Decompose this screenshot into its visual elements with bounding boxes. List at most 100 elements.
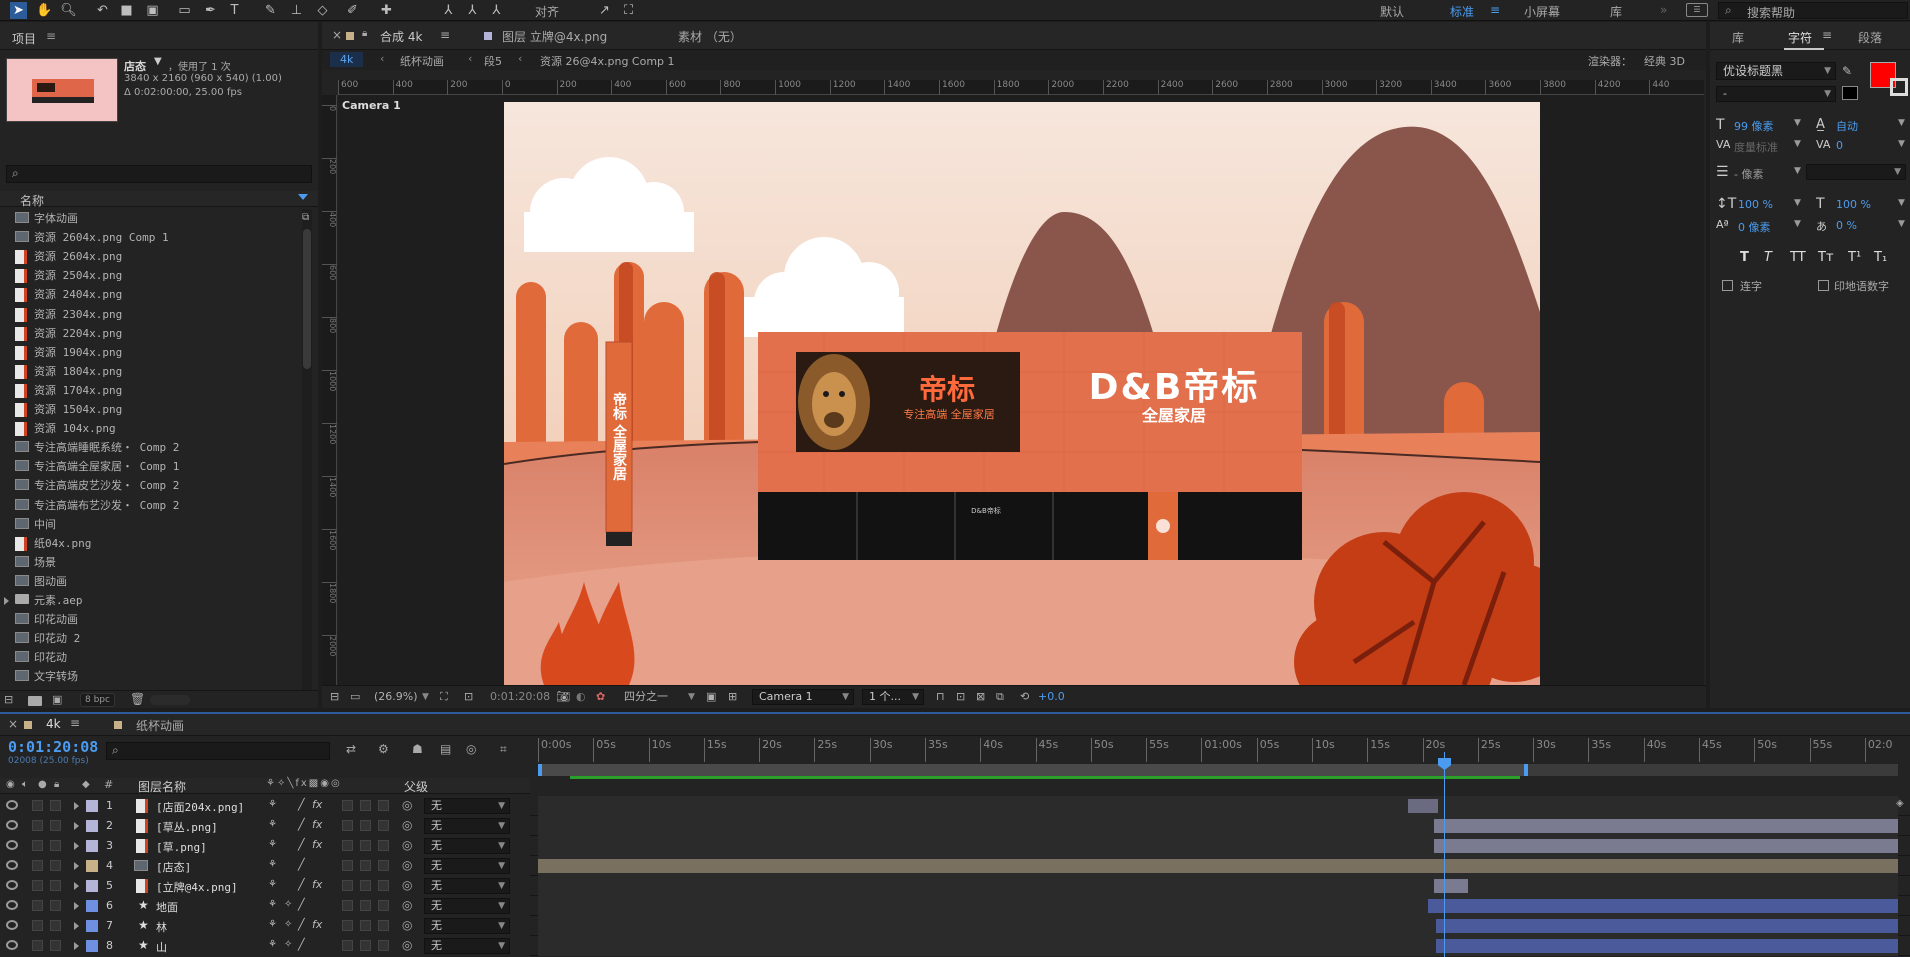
exposure-value[interactable]: +0.0 xyxy=(1038,686,1065,708)
timeline-tab-4k[interactable]: 4k xyxy=(46,717,61,731)
layer-name[interactable]: [店面204x.png] xyxy=(156,799,244,815)
layer-track[interactable] xyxy=(538,876,1898,896)
parent-select[interactable]: 无 ▼ xyxy=(424,938,510,954)
motion-blur-icon[interactable]: ◎ xyxy=(466,742,476,756)
always-preview-icon[interactable]: ⊟ xyxy=(330,686,339,708)
project-item[interactable]: 资源 1704x.png xyxy=(0,381,300,400)
show-snapshot-icon[interactable]: ◐ xyxy=(576,686,586,708)
leading-value[interactable]: 自动 xyxy=(1836,118,1858,134)
project-item[interactable]: 资源 2304x.png xyxy=(0,305,300,324)
interpret-footage-icon[interactable]: ⊟ xyxy=(4,693,13,706)
tab-library[interactable]: 库 xyxy=(1732,29,1744,46)
panel-menu-icon[interactable]: ≡ xyxy=(70,716,80,730)
sync-settings-icon[interactable]: ☰ xyxy=(1686,3,1708,17)
layer-name-header[interactable]: 图层名称 xyxy=(138,778,186,795)
font-family-select[interactable]: 优设标题黑 ▼ xyxy=(1716,62,1836,80)
expand-triangle-icon[interactable] xyxy=(74,902,79,910)
project-item[interactable]: 场景 xyxy=(0,553,300,572)
snap-options-icon[interactable]: ⛶ xyxy=(620,2,637,19)
timeline-tab-paper-cup[interactable]: 纸杯动画 xyxy=(136,717,184,734)
resolution-select[interactable]: 四分之一 xyxy=(624,686,668,708)
quality-switch-icon[interactable]: ╱ xyxy=(298,938,305,951)
label-color-swatch[interactable] xyxy=(86,940,98,952)
shy-switch-icon[interactable]: ⚘ xyxy=(268,799,277,810)
transparency-grid-icon[interactable]: ⊞ xyxy=(728,686,737,708)
expand-triangle-icon[interactable] xyxy=(74,842,79,850)
audio-toggle-icon[interactable]: 🔈︎ xyxy=(22,779,28,790)
work-area-bar[interactable] xyxy=(538,764,1898,776)
parent-select[interactable]: 无 ▼ xyxy=(424,918,510,934)
layer-row[interactable]: 8 ★ 山 ⚘ ✧ ╱ ◎ 无 ▼ xyxy=(0,936,1910,956)
workspace-overflow-icon[interactable]: » xyxy=(1660,3,1667,17)
effect-switch-icon[interactable]: fx xyxy=(312,878,322,891)
motion-blur-switch[interactable] xyxy=(342,860,353,871)
timeline-search-input[interactable]: ⌕ xyxy=(106,742,330,760)
flowchart-icon[interactable]: ⧉ xyxy=(302,212,309,223)
shy-switch-icon[interactable]: ⚘ xyxy=(268,899,277,910)
grid-icon[interactable]: ⊡ xyxy=(464,686,473,708)
toggle-pixel-aspect-icon[interactable]: ⊓ xyxy=(936,686,945,708)
expand-triangle-icon[interactable] xyxy=(74,862,79,870)
close-icon[interactable]: × xyxy=(8,717,18,731)
type-tool-icon[interactable]: T xyxy=(226,2,243,19)
lock-switch[interactable] xyxy=(50,800,61,811)
viewer-timecode[interactable]: 0:01:20:08 xyxy=(490,686,550,708)
rotate-tool-icon[interactable]: ↶ xyxy=(94,2,111,19)
layer-name[interactable]: 林 xyxy=(156,919,167,935)
project-item[interactable]: 中间 xyxy=(0,515,300,534)
project-item[interactable]: 资源 1804x.png xyxy=(0,362,300,381)
layer-duration-bar[interactable] xyxy=(1434,819,1898,833)
bit-depth-button[interactable]: 8 bpc xyxy=(80,693,115,707)
comp-mini-flowchart-icon[interactable]: ⇄ xyxy=(346,742,356,756)
breadcrumb-item[interactable]: 纸杯动画 xyxy=(400,53,444,69)
effect-switch-icon[interactable]: fx xyxy=(312,818,322,831)
quality-switch-icon[interactable]: ╱ xyxy=(298,898,305,911)
baseline-shift-value[interactable]: 0 像素 xyxy=(1738,219,1771,235)
panel-menu-icon[interactable]: ≡ xyxy=(1822,28,1832,42)
tab-composition[interactable]: 合成 4k xyxy=(380,28,422,45)
layer-name[interactable]: 山 xyxy=(156,939,167,955)
solo-switch[interactable] xyxy=(32,860,43,871)
hand-tool-icon[interactable]: ✋ xyxy=(36,2,53,19)
layer-track[interactable] xyxy=(538,916,1898,936)
kerning-value[interactable]: 度量标准 xyxy=(1734,139,1778,155)
layer-duration-bar[interactable] xyxy=(1434,879,1468,893)
draft-3d-icon[interactable]: ⚙ xyxy=(378,742,389,756)
stroke-color-swatch[interactable] xyxy=(1890,78,1908,96)
eyedropper-icon[interactable]: ✎ xyxy=(1842,64,1852,78)
quality-switch-icon[interactable]: ╱ xyxy=(298,878,305,891)
panel-menu-icon[interactable]: ≡ xyxy=(46,29,56,43)
layer-name[interactable]: [立牌@4x.png] xyxy=(156,879,238,895)
layer-track[interactable] xyxy=(538,796,1898,816)
visibility-eye-icon[interactable] xyxy=(6,840,18,850)
view-axis-icon[interactable]: ⅄ xyxy=(488,2,505,19)
project-item[interactable]: 资源 1504x.png xyxy=(0,400,300,419)
pan-behind-tool-icon[interactable]: ▣ xyxy=(144,2,161,19)
lock-switch[interactable] xyxy=(50,880,61,891)
project-item[interactable]: 印花动 xyxy=(0,648,300,667)
3d-layer-switch[interactable] xyxy=(378,920,389,931)
3d-layer-switch[interactable] xyxy=(378,860,389,871)
pickwhip-icon[interactable]: ◎ xyxy=(402,798,412,812)
all-caps-button[interactable]: TT xyxy=(1790,250,1806,265)
solo-switch[interactable] xyxy=(32,880,43,891)
layer-duration-bar[interactable] xyxy=(1436,919,1898,933)
pickwhip-icon[interactable]: ◎ xyxy=(402,878,412,892)
visibility-eye-icon[interactable] xyxy=(6,880,18,890)
workspace-standard[interactable]: 标准 xyxy=(1450,3,1474,20)
motion-blur-switch[interactable] xyxy=(342,900,353,911)
hindi-digits-checkbox[interactable] xyxy=(1818,280,1829,291)
quality-switch-icon[interactable]: ╱ xyxy=(298,798,305,811)
quality-switch-icon[interactable]: ╱ xyxy=(298,818,305,831)
solo-switch[interactable] xyxy=(32,800,43,811)
quality-switch-icon[interactable]: ╱ xyxy=(298,858,305,871)
layer-name[interactable]: 地面 xyxy=(156,899,178,915)
parent-select[interactable]: 无 ▼ xyxy=(424,838,510,854)
layer-track[interactable] xyxy=(538,856,1898,876)
pickwhip-icon[interactable]: ◎ xyxy=(402,818,412,832)
solo-switch[interactable] xyxy=(32,900,43,911)
project-item[interactable]: 专注高端睡眠系统・ Comp 2 xyxy=(0,438,300,457)
lock-icon[interactable]: 🔒︎ xyxy=(54,779,59,790)
motion-blur-switch[interactable] xyxy=(342,840,353,851)
lock-switch[interactable] xyxy=(50,820,61,831)
